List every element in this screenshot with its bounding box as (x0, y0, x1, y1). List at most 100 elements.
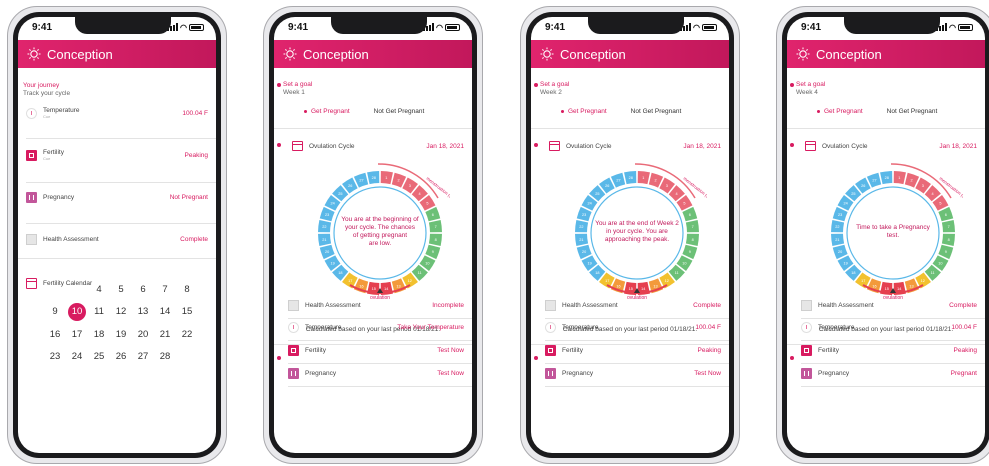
app-title: Conception (816, 46, 882, 62)
option-not-get-pregnant[interactable]: Not Get Pregnant (631, 108, 682, 115)
calendar-day[interactable]: 11 (88, 304, 110, 320)
calendar-day[interactable]: 21 (154, 327, 176, 343)
item-label: Fertility (43, 149, 64, 156)
calendar-day[interactable]: 17 (66, 327, 88, 343)
option-get-pregnant[interactable]: Get Pregnant (561, 108, 607, 115)
goal-week: Week 1 (283, 89, 305, 96)
calendar-day[interactable]: 10 (68, 303, 86, 321)
status-row-document[interactable]: Health Assessment Complete (801, 300, 977, 311)
calendar-day[interactable]: 28 (154, 349, 176, 365)
journey-item-temperature[interactable]: ı Temperature Cue 100.04 F (26, 107, 208, 119)
status-row-thermometer[interactable]: ı Temperature 100.04 F (801, 322, 977, 333)
cycle-day-number: 3 (666, 184, 668, 188)
calendar-day[interactable]: 13 (132, 304, 154, 320)
calendar-day[interactable]: 25 (88, 349, 110, 365)
status-row-pregnancy[interactable]: Pregnancy Pregnant (801, 368, 977, 379)
calendar-day[interactable]: 18 (88, 327, 110, 343)
status-row-pregnancy[interactable]: Pregnancy Test Now (545, 368, 721, 379)
row-value: Complete (949, 302, 977, 309)
journey-item-fertility[interactable]: Fertility Cue Peaking (26, 149, 208, 161)
goal-options: Get Pregnant Not Get Pregnant (817, 108, 937, 115)
calendar-day[interactable]: 6 (132, 282, 154, 298)
divider (26, 223, 216, 224)
calendar-day[interactable]: 16 (44, 327, 66, 343)
calendar-day[interactable]: 19 (110, 327, 132, 343)
calendar-day[interactable]: 12 (110, 304, 132, 320)
calendar-day[interactable]: 24 (66, 349, 88, 365)
divider (801, 340, 985, 341)
calendar-day[interactable]: 22 (176, 327, 198, 343)
cycle-day-number: 25 (338, 192, 342, 196)
status-row-fertility[interactable]: Fertility Test Now (288, 345, 464, 356)
item-sub: Cue (43, 156, 51, 161)
divider (274, 128, 472, 129)
row-value: 100.04 F (951, 324, 977, 331)
cycle-day-number: 18 (338, 271, 342, 275)
calendar-day[interactable]: 15 (176, 304, 198, 320)
journey-subtitle: Track your cycle (23, 90, 71, 97)
goal-options: Get Pregnant Not Get Pregnant (304, 108, 424, 115)
calendar-grid: 4 5 6 7 8 9 10 11 12 13 14 15 16 17 18 19 20 21 22 23 24 25 26… (44, 282, 198, 365)
status-row-thermometer[interactable]: ı Temperature 100.04 F (545, 322, 721, 333)
status-row-fertility[interactable]: Fertility Peaking (801, 345, 977, 356)
cycle-day-number: 26 (348, 184, 352, 188)
row-value: Test Now (437, 347, 464, 354)
wifi-icon: ◠ (436, 22, 443, 32)
pregnancy-icon (801, 368, 812, 379)
pregnancy-icon (26, 192, 37, 203)
calendar-day[interactable]: 14 (154, 304, 176, 320)
calendar-day[interactable]: 20 (132, 327, 154, 343)
journey-item-pregnancy[interactable]: Pregnancy Not Pregnant (26, 192, 208, 203)
cycle-message-line: You are at the beginning of (341, 216, 419, 223)
screen-journey: 9:41 ◠ Conception Your journey Track you… (18, 17, 216, 453)
calendar-day[interactable]: 27 (132, 349, 154, 365)
row-label: Fertility (305, 347, 326, 354)
cycle-day-number: 7 (948, 225, 950, 229)
cycle-day-number: 25 (595, 192, 599, 196)
phone-frame-4: 9:41 ◠ Conception Set a goal Week 4 Get … (776, 6, 989, 464)
row-value: Peaking (953, 347, 978, 354)
row-value: Complete (693, 302, 721, 309)
calendar-day[interactable]: 8 (176, 282, 198, 298)
section-bullet (277, 356, 281, 360)
calendar-day[interactable]: 4 (88, 282, 110, 298)
calendar-day[interactable]: 5 (110, 282, 132, 298)
status-row-pregnancy[interactable]: Pregnancy Test Now (288, 368, 464, 379)
cycle-day-number: 27 (359, 179, 363, 183)
status-time: 9:41 (288, 21, 309, 33)
cycle-day-number: 14 (641, 287, 645, 291)
cycle-day-number: 3 (409, 184, 411, 188)
cycle-date[interactable]: Jan 18, 2021 (426, 143, 464, 150)
cycle-day-number: 12 (408, 279, 412, 283)
pregnancy-icon (288, 368, 299, 379)
cycle-day-number: 19 (843, 261, 847, 265)
cycle-day-number: 26 (605, 184, 609, 188)
calendar-day[interactable]: 7 (154, 282, 176, 298)
cycle-message-line: your cycle. The chances (345, 224, 416, 231)
option-not-get-pregnant[interactable]: Not Get Pregnant (374, 108, 425, 115)
cycle-day-number: 15 (885, 287, 889, 291)
option-not-get-pregnant[interactable]: Not Get Pregnant (887, 108, 938, 115)
cycle-day-number: 24 (330, 202, 334, 206)
divider (545, 318, 729, 319)
status-row-document[interactable]: Health Assessment Incomplete (288, 300, 464, 311)
pregnancy-icon (545, 368, 556, 379)
calendar-day[interactable]: 9 (44, 304, 66, 320)
status-row-document[interactable]: Health Assessment Complete (545, 300, 721, 311)
option-get-pregnant[interactable]: Get Pregnant (304, 108, 350, 115)
battery-icon (445, 23, 460, 31)
option-get-pregnant[interactable]: Get Pregnant (817, 108, 863, 115)
calendar-day[interactable]: 26 (110, 349, 132, 365)
cycle-date[interactable]: Jan 18, 2021 (683, 143, 721, 150)
status-row-thermometer[interactable]: ı Temperature Take Your Temperature (288, 322, 464, 333)
journey-item-health-assessment[interactable]: Health Assessment Complete (26, 234, 208, 245)
cycle-content: Set a goal Week 4 Get Pregnant Not Get P… (787, 68, 985, 453)
divider (26, 138, 216, 139)
cycle-day-number: 15 (372, 287, 376, 291)
row-label: Pregnancy (305, 370, 337, 377)
cycle-date[interactable]: Jan 18, 2021 (939, 143, 977, 150)
calendar-day[interactable]: 23 (44, 349, 66, 365)
cycle-day-number: 1 (642, 176, 644, 180)
status-row-fertility[interactable]: Fertility Peaking (545, 345, 721, 356)
item-sub: Cue (43, 114, 51, 119)
